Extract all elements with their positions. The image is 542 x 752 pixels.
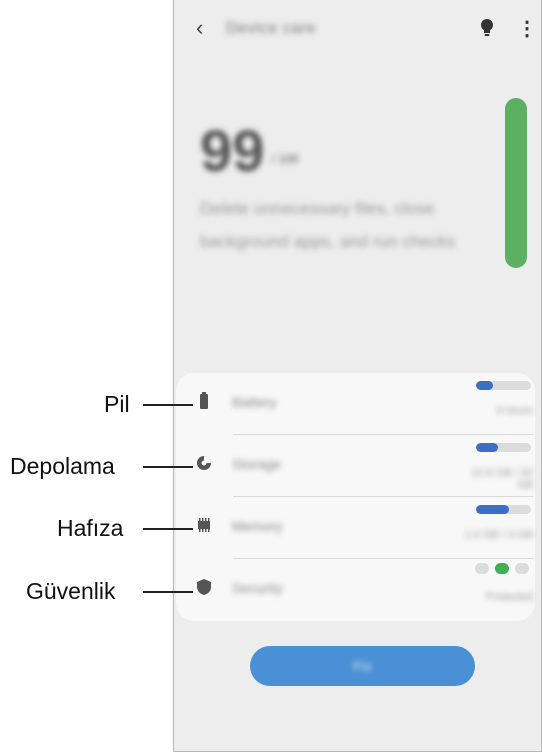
battery-bar xyxy=(476,381,531,390)
more-vertical-icon[interactable]: ⋮ xyxy=(517,18,537,40)
row-label: Storage xyxy=(232,456,282,472)
arrow-left-icon[interactable]: ‹ xyxy=(196,17,214,39)
row-battery[interactable]: Battery 9 hours xyxy=(176,373,535,435)
row-value: 9 hours xyxy=(496,405,533,417)
row-memory[interactable]: Memory 1.6 GB / 3 GB xyxy=(176,497,535,559)
score-value: 99 xyxy=(200,119,265,184)
callout-label-memory: Hafıza xyxy=(57,515,124,541)
shield-icon xyxy=(197,579,211,595)
score-description: Delete unnecessary files, close backgrou… xyxy=(200,199,456,251)
row-label: Memory xyxy=(232,518,283,534)
row-label: Security xyxy=(232,580,283,596)
storage-bar xyxy=(476,443,531,452)
callout-line xyxy=(143,528,193,530)
status-dot-active xyxy=(495,563,509,574)
callout-line xyxy=(143,591,193,593)
row-security[interactable]: Security Protected xyxy=(176,559,535,621)
page-title: Device care xyxy=(226,20,316,37)
app-bar: ‹ Device care ⋮ xyxy=(174,0,541,60)
memory-chip-icon xyxy=(198,518,210,532)
row-value: Protected xyxy=(485,591,533,603)
row-value: 1.6 GB / 3 GB xyxy=(464,529,533,541)
memory-bar xyxy=(476,505,531,514)
status-dot xyxy=(475,563,489,574)
lightbulb-icon[interactable] xyxy=(480,18,494,40)
storage-pie-icon xyxy=(197,456,211,470)
callout-label-security: Güvenlik xyxy=(26,578,116,604)
fix-button[interactable]: Fix xyxy=(250,646,475,686)
status-dot xyxy=(515,563,529,574)
callout-label-battery: Pil xyxy=(104,391,130,417)
score-max: / 100 xyxy=(272,152,299,166)
status-card: Battery 9 hours Storage 12.8 GB / 32 GB xyxy=(176,373,535,621)
callout-line xyxy=(143,466,193,468)
row-value: 12.8 GB / 32 GB xyxy=(471,467,533,491)
callout-label-storage: Depolama xyxy=(10,453,115,479)
row-storage[interactable]: Storage 12.8 GB / 32 GB xyxy=(176,435,535,497)
callout-line xyxy=(143,404,193,406)
battery-icon xyxy=(200,392,208,409)
phone-screen: ‹ Device care ⋮ 99 / 100 Delete unnecess… xyxy=(173,0,542,752)
row-label: Battery xyxy=(232,394,277,410)
score-gauge xyxy=(505,98,527,268)
security-status-dots xyxy=(475,563,535,577)
